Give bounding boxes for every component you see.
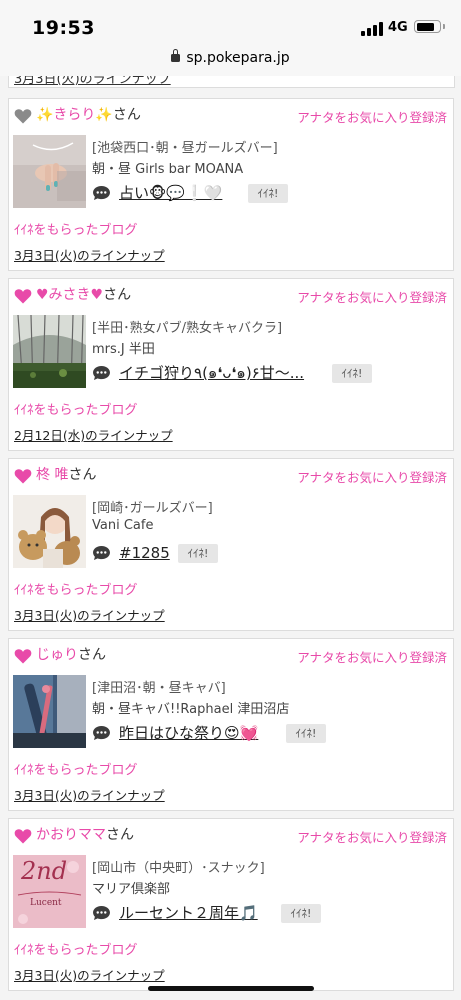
cast-card: じゅりさん アナタをお気に入り登録済 [津田沼･朝・昼キャバ] 朝・昼キャバ!!… xyxy=(8,638,454,811)
honorific: さん xyxy=(68,467,97,483)
iine-button[interactable]: ｲｲﾈ! xyxy=(332,364,372,383)
blog-title[interactable]: ルーセント２周年🎵 xyxy=(119,903,258,923)
shop-name[interactable]: マリア倶楽部 xyxy=(92,878,170,897)
blog-entry[interactable]: #1285 ｲｲﾈ! xyxy=(92,543,447,565)
cast-card: 柊 唯さん アナタをお気に入り登録済 [岡崎･ガールズバー] Vani Cafe… xyxy=(8,458,454,631)
battery-icon xyxy=(414,20,441,33)
blog-entry[interactable]: イチゴ狩り٩(๑❛ᴗ❛๑)۶甘〜... ｲｲﾈ! xyxy=(92,363,447,385)
cast-card: かおりママさん アナタをお気に入り登録済 2nd Lucent [岡山市（中央町… xyxy=(8,818,454,991)
lineup-link[interactable]: 3月3日(火)のラインナップ xyxy=(14,785,165,804)
cast-name-text: じゅり xyxy=(36,647,78,663)
iine-button[interactable]: ｲｲﾈ! xyxy=(178,544,218,563)
speech-bubble-icon xyxy=(93,185,110,201)
cast-name[interactable]: 柊 唯さん xyxy=(36,466,96,484)
previous-lineup-link[interactable]: 3月3日(火)のラインナップ xyxy=(14,76,171,87)
shop-genre: [岡崎･ガールズバー] xyxy=(92,501,213,516)
cast-name[interactable]: じゅりさん xyxy=(36,646,106,664)
status-bar: 19:53 4G xyxy=(0,0,461,44)
address-bar[interactable]: sp.pokepara.jp xyxy=(0,44,461,76)
shop-name[interactable]: 朝・昼キャバ!!Raphael 津田沼店 xyxy=(92,698,289,717)
blog-entry[interactable]: 昨日はひな祭り😍💓 ｲｲﾈ! xyxy=(92,723,447,745)
url-text: sp.pokepara.jp xyxy=(186,50,290,66)
heart-icon xyxy=(14,289,32,304)
blog-title[interactable]: 占い🐵💬❕🤍 xyxy=(119,183,222,203)
signal-icon xyxy=(361,22,383,36)
shop-name[interactable]: Vani Cafe xyxy=(92,518,153,533)
cast-thumbnail[interactable] xyxy=(13,495,86,568)
speech-bubble-icon xyxy=(93,545,110,561)
liked-blog-link[interactable]: ｲｲﾈをもらったブログ xyxy=(14,579,138,598)
speech-bubble-icon xyxy=(93,365,110,381)
cast-thumbnail[interactable] xyxy=(13,315,86,388)
favorite-badge: アナタをお気に入り登録済 xyxy=(297,830,447,845)
cast-card: ✨きらり✨さん アナタをお気に入り登録済 [池袋西口･朝・昼ガールズバー] 朝・… xyxy=(8,98,454,271)
blog-entry[interactable]: ルーセント２周年🎵 ｲｲﾈ! xyxy=(92,903,447,925)
blog-title[interactable]: イチゴ狩り٩(๑❛ᴗ❛๑)۶甘〜... xyxy=(119,363,304,383)
iine-button[interactable]: ｲｲﾈ! xyxy=(286,724,326,743)
previous-card: 3月3日(火)のラインナップ xyxy=(8,76,455,88)
shop-genre: [岡山市（中央町）･スナック] xyxy=(92,861,265,876)
heart-icon xyxy=(14,469,32,484)
shop-name[interactable]: mrs.J 半田 xyxy=(92,338,155,357)
blog-title[interactable]: #1285 xyxy=(119,543,170,563)
speech-bubble-icon xyxy=(93,905,110,921)
speech-bubble-icon xyxy=(93,725,110,741)
heart-icon xyxy=(14,109,32,124)
liked-blog-link[interactable]: ｲｲﾈをもらったブログ xyxy=(14,219,138,238)
thumbnail-big-text: 2nd xyxy=(21,857,68,885)
blog-title[interactable]: 昨日はひな祭り😍💓 xyxy=(119,723,258,743)
lineup-link[interactable]: 3月3日(火)のラインナップ xyxy=(14,605,165,624)
cast-name[interactable]: ✨きらり✨さん xyxy=(36,106,141,124)
favorite-badge: アナタをお気に入り登録済 xyxy=(297,290,447,305)
heart-icon xyxy=(14,829,32,844)
cast-name-text: ♥みさき♥ xyxy=(36,287,104,303)
thumbnail-small-text: Lucent xyxy=(30,898,62,908)
battery-cap xyxy=(443,24,445,29)
shop-genre: [津田沼･朝・昼キャバ] xyxy=(92,681,226,696)
cast-name-text: 柊 唯 xyxy=(36,467,69,483)
status-time: 19:53 xyxy=(32,17,95,39)
cast-name[interactable]: かおりママさん xyxy=(36,826,134,844)
lineup-link[interactable]: 3月3日(火)のラインナップ xyxy=(14,965,165,984)
heart-icon xyxy=(14,649,32,664)
lineup-link[interactable]: 2月12日(水)のラインナップ xyxy=(14,425,173,444)
liked-blog-link[interactable]: ｲｲﾈをもらったブログ xyxy=(14,759,138,778)
cast-name-text: かおりママ xyxy=(36,827,106,843)
iine-button[interactable]: ｲｲﾈ! xyxy=(281,904,321,923)
honorific: さん xyxy=(112,107,141,123)
cast-thumbnail[interactable] xyxy=(13,135,86,208)
liked-blog-link[interactable]: ｲｲﾈをもらったブログ xyxy=(14,399,138,418)
home-indicator[interactable] xyxy=(148,986,314,991)
shop-genre: [半田･熟女パブ/熟女キャバクラ] xyxy=(92,321,283,336)
iine-button[interactable]: ｲｲﾈ! xyxy=(248,184,288,203)
liked-blog-link[interactable]: ｲｲﾈをもらったブログ xyxy=(14,939,138,958)
lineup-link[interactable]: 3月3日(火)のラインナップ xyxy=(14,245,165,264)
blog-entry[interactable]: 占い🐵💬❕🤍 ｲｲﾈ! xyxy=(92,183,447,205)
honorific: さん xyxy=(103,287,132,303)
honorific: さん xyxy=(106,827,134,843)
honorific: さん xyxy=(78,647,106,663)
shop-name[interactable]: 朝・昼 Girls bar MOANA xyxy=(92,158,243,177)
network-type: 4G xyxy=(388,20,408,35)
cast-thumbnail[interactable]: 2nd Lucent xyxy=(13,855,86,928)
cast-thumbnail[interactable] xyxy=(13,675,86,748)
shop-genre: [池袋西口･朝・昼ガールズバー] xyxy=(92,141,278,156)
favorite-badge: アナタをお気に入り登録済 xyxy=(297,470,447,485)
cast-name-text: ✨きらり✨ xyxy=(36,107,113,123)
cast-name[interactable]: ♥みさき♥さん xyxy=(36,286,131,304)
cast-card: ♥みさき♥さん アナタをお気に入り登録済 [半田･熟女パブ/熟女キャバクラ] m… xyxy=(8,278,454,451)
url-display[interactable]: sp.pokepara.jp xyxy=(0,49,461,66)
lock-icon xyxy=(171,49,181,62)
favorite-badge: アナタをお気に入り登録済 xyxy=(297,650,447,665)
favorite-badge: アナタをお気に入り登録済 xyxy=(297,110,447,125)
